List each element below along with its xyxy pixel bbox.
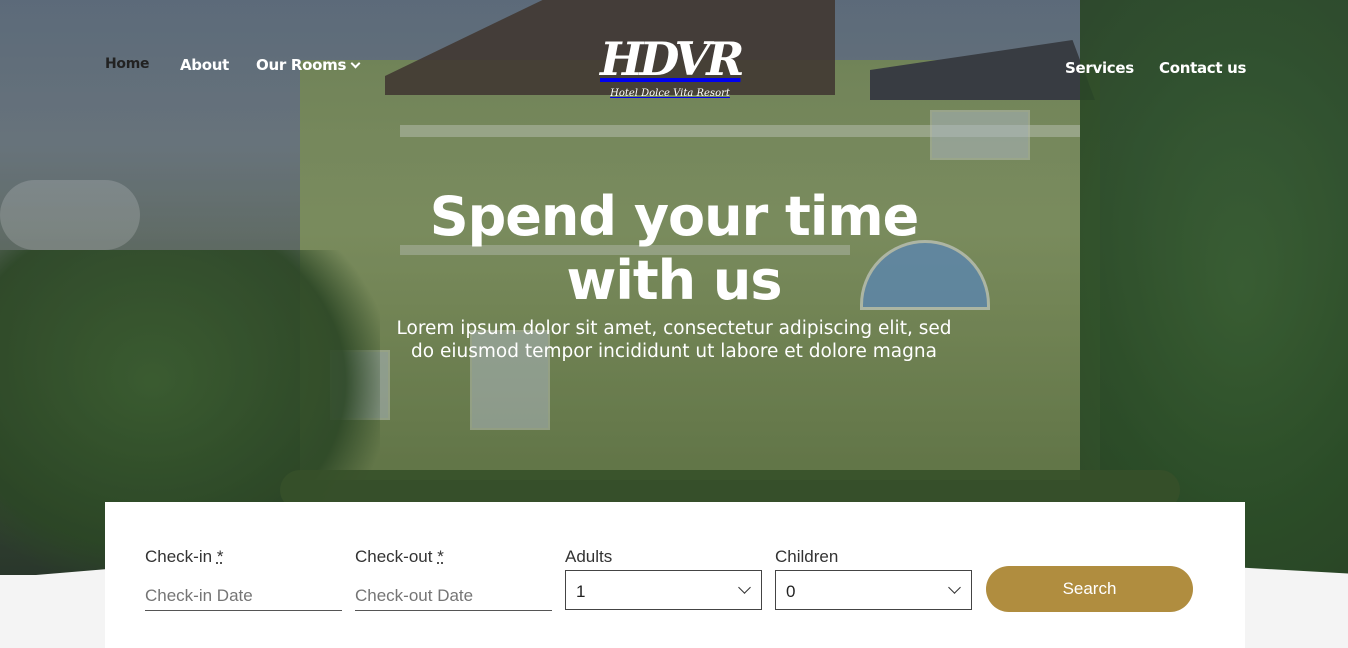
- children-selected-value: 0: [786, 582, 796, 601]
- adults-selected-value: 1: [576, 582, 586, 601]
- nav-rooms-label: Our Rooms: [256, 56, 347, 74]
- children-select[interactable]: 0: [775, 570, 972, 610]
- nav-about-link[interactable]: About: [180, 56, 229, 74]
- checkin-label-text: Check-in: [145, 547, 213, 566]
- children-label: Children: [775, 547, 839, 566]
- adults-select[interactable]: 1: [565, 570, 762, 610]
- hero-section: Home About Our Rooms Services Contact us…: [0, 0, 1348, 575]
- hero-subtitle: Lorem ipsum dolor sit amet, consectetur …: [396, 318, 952, 362]
- nav-rooms-link[interactable]: Our Rooms: [256, 56, 361, 74]
- checkout-date-input[interactable]: [355, 574, 552, 611]
- checkout-label: Check-out *: [355, 547, 444, 567]
- search-button[interactable]: Search: [986, 566, 1193, 612]
- required-marker: *: [437, 547, 444, 566]
- logo-mark: HDVR: [600, 32, 744, 86]
- required-marker: *: [216, 547, 224, 566]
- chevron-down-icon: [948, 581, 961, 594]
- nav-contact-link[interactable]: Contact us: [1159, 59, 1246, 77]
- hero-title: Spend your time with us: [429, 185, 919, 312]
- checkin-label: Check-in *: [145, 547, 223, 567]
- checkin-date-input[interactable]: [145, 574, 342, 611]
- logo-text: Hotel Dolce Vita Resort: [610, 88, 730, 99]
- site-logo[interactable]: HDVR Hotel Dolce Vita Resort: [600, 24, 744, 114]
- chevron-down-icon: [350, 58, 361, 69]
- chevron-down-icon: [738, 581, 751, 594]
- checkout-label-text: Check-out: [355, 547, 433, 566]
- adults-label: Adults: [565, 547, 613, 566]
- booking-form: Check-in * Check-out * Adults 1 Children…: [105, 502, 1245, 648]
- nav-home-link[interactable]: Home: [105, 56, 150, 72]
- nav-services-link[interactable]: Services: [1065, 59, 1134, 77]
